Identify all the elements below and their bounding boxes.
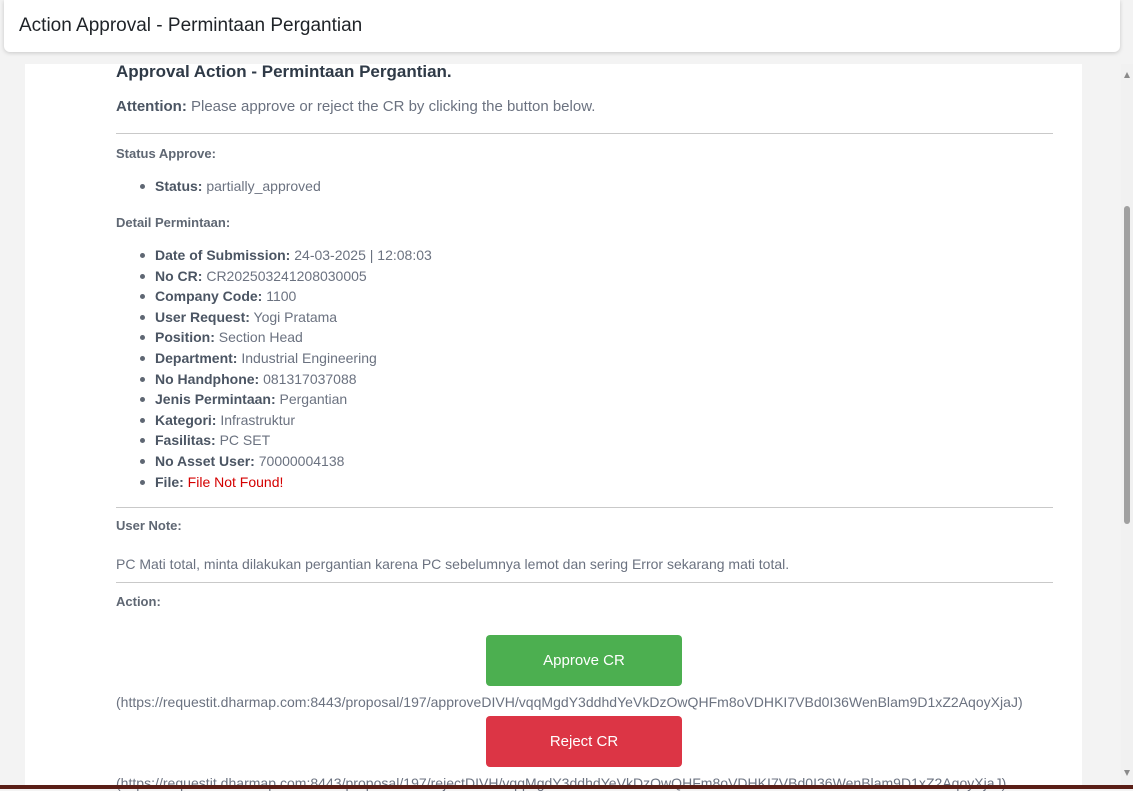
detail-item-position: Position: Section Head [140,327,432,348]
approval-card: Approval Action - Permintaan Pergantian.… [25,62,1082,791]
status-list: Status: partially_approved [116,176,321,197]
user-note-label: User Note: [116,518,182,533]
detail-item-jenis-permintaan: Jenis Permintaan: Pergantian [140,389,432,410]
detail-item-kategori: Kategori: Infrastruktur [140,410,432,431]
detail-label: File: [155,473,184,490]
detail-label: No Asset User: [155,452,255,469]
status-label: Status: [155,178,203,194]
scroll-down-arrow-icon[interactable] [1124,770,1130,776]
detail-value: 70000004138 [254,452,345,469]
detail-list: Date of Submission: 24-03-2025 | 12:08:0… [116,245,432,492]
divider [116,133,1053,134]
status-value: partially_approved [202,178,321,194]
taskbar-edge [0,785,1133,789]
attention-label: Attention: [116,98,187,115]
detail-label: Date of Submission: [155,247,291,263]
user-note-text: PC Mati total, minta dilakukan pergantia… [116,556,790,572]
detail-value: Infrastruktur [216,411,296,428]
detail-label: Position: [155,329,215,346]
detail-label: Department: [155,349,238,366]
file-not-found-text: File Not Found! [183,473,284,490]
detail-label: Jenis Permintaan: [155,391,276,408]
divider [116,582,1053,583]
detail-item-date-of-submission: Date of Submission: 24-03-2025 | 12:08:0… [140,245,432,266]
detail-item-company-code: Company Code: 1100 [140,286,432,307]
detail-label: No CR: [155,267,203,284]
detail-item-no-handphone: No Handphone: 081317037088 [140,369,432,390]
detail-value: CR202503241208030005 [202,267,367,284]
attention-text: Please approve or reject the CR by click… [186,98,596,115]
divider [116,507,1053,508]
status-item: Status: partially_approved [140,176,321,197]
action-label: Action: [116,594,161,609]
detail-item-file: File: File Not Found! [140,472,432,493]
detail-label: No Handphone: [155,370,260,387]
detail-section-label: Detail Permintaan: [116,215,231,230]
detail-value: Industrial Engineering [237,349,377,366]
vertical-scrollbar[interactable] [1121,64,1133,789]
attention-message: Attention: Please approve or reject the … [116,98,595,115]
detail-item-no-asset-user: No Asset User: 70000004138 [140,451,432,472]
detail-item-department: Department: Industrial Engineering [140,348,432,369]
detail-label: Fasilitas: [155,432,216,449]
detail-item-user-request: User Request: Yogi Pratama [140,307,432,328]
approve-url-text: (https://requestit.dharmap.com:8443/prop… [116,694,1023,710]
window-title: Action Approval - Permintaan Pergantian [19,15,363,36]
detail-value: Section Head [214,329,303,346]
detail-label: User Request: [155,308,250,325]
detail-label: Company Code: [155,288,263,305]
reject-cr-button[interactable]: Reject CR [486,716,682,767]
scrollbar-thumb[interactable] [1124,206,1130,524]
detail-item-no-cr: No CR: CR202503241208030005 [140,266,432,287]
detail-value: 1100 [262,288,297,305]
detail-item-fasilitas: Fasilitas: PC SET [140,430,432,451]
detail-label: Kategori: [155,411,217,428]
detail-value: 081317037088 [259,370,357,387]
detail-value: Yogi Pratama [249,308,338,325]
detail-value: PC SET [215,432,271,449]
detail-value: 24-03-2025 | 12:08:03 [290,247,432,263]
title-bar: Action Approval - Permintaan Pergantian [4,0,1120,52]
status-section-label: Status Approve: [116,146,216,161]
detail-value: Pergantian [275,391,348,408]
scroll-up-arrow-icon[interactable] [1124,72,1130,78]
approve-cr-button[interactable]: Approve CR [486,635,682,686]
page-heading: Approval Action - Permintaan Pergantian. [116,62,452,81]
